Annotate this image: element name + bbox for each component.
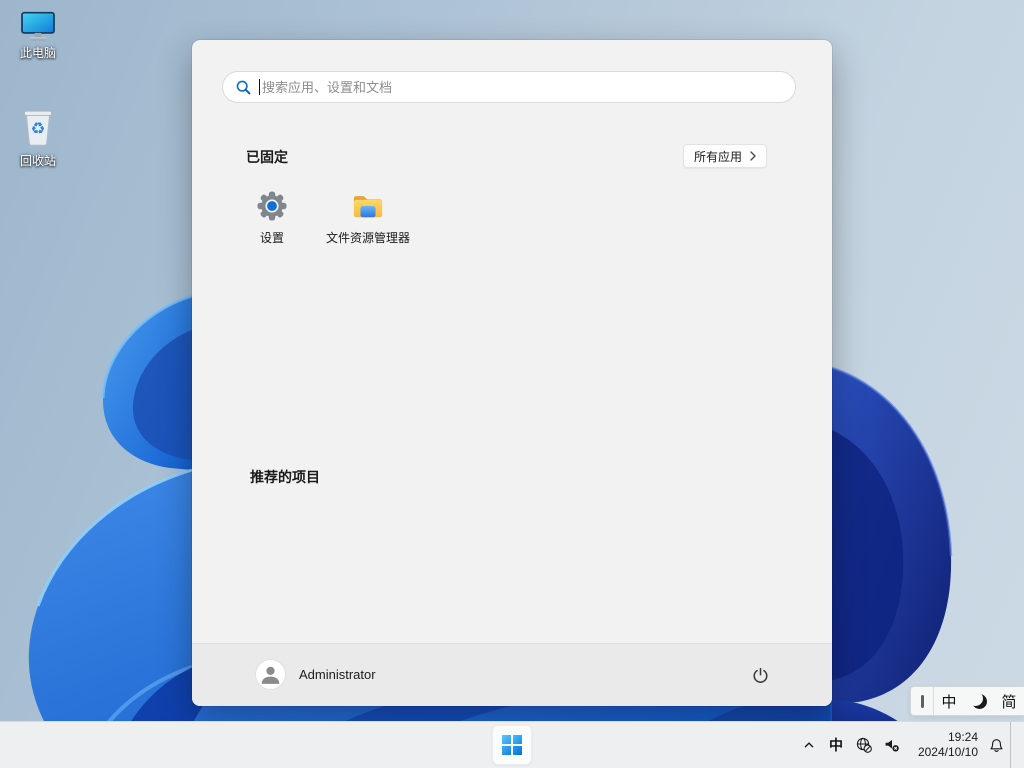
chevron-right-icon xyxy=(750,151,756,161)
taskbar: 中 19:24 2024/10/10 xyxy=(0,721,1024,768)
ime-mode-indicator[interactable]: 中 xyxy=(822,728,850,762)
start-button[interactable] xyxy=(492,725,532,765)
ime-charset-button[interactable]: 简 xyxy=(994,687,1024,715)
bell-icon xyxy=(989,738,1003,752)
pinned-apps-grid: 设置 文件资源管理器 xyxy=(224,188,416,274)
ime-drag-handle[interactable] xyxy=(911,687,934,715)
all-apps-label: 所有应用 xyxy=(693,149,742,164)
show-desktop-button[interactable] xyxy=(1010,722,1020,768)
volume-muted-button[interactable] xyxy=(878,728,906,762)
computer-monitor-icon xyxy=(21,11,55,41)
pinned-app-file-explorer[interactable]: 文件资源管理器 xyxy=(320,188,416,274)
clock-time: 19:24 xyxy=(947,730,978,744)
notifications-button[interactable] xyxy=(982,728,1010,762)
speaker-muted-icon xyxy=(885,739,899,752)
user-name: Administrator xyxy=(299,667,376,682)
search-icon xyxy=(236,80,251,94)
search-input[interactable] xyxy=(260,79,783,95)
ime-language-bar: 中 简 xyxy=(910,686,1024,716)
user-account-button[interactable]: Administrator xyxy=(256,660,376,689)
ime-fullwidth-toggle-button[interactable] xyxy=(964,687,994,715)
power-button[interactable] xyxy=(742,657,778,693)
clock[interactable]: 19:24 2024/10/10 xyxy=(912,730,978,760)
search-box[interactable] xyxy=(222,71,796,103)
desktop-icon-recycle-bin[interactable]: ♻ 回收站 xyxy=(0,104,76,169)
avatar xyxy=(256,660,285,689)
settings-gear-icon xyxy=(257,191,287,221)
person-icon xyxy=(261,666,280,684)
desktop-icon-label: 回收站 xyxy=(19,154,56,168)
recommended-section-title: 推荐的项目 xyxy=(250,469,320,485)
recycle-bin-icon: ♻ xyxy=(23,110,53,146)
windows-logo-icon xyxy=(502,735,522,755)
pinned-app-label: 文件资源管理器 xyxy=(325,231,410,245)
ime-chinese-mode-button[interactable]: 中 xyxy=(934,687,964,715)
start-menu-footer: Administrator xyxy=(192,643,832,706)
start-menu: 已固定 所有应用 设置 xyxy=(192,40,832,706)
pinned-app-settings[interactable]: 设置 xyxy=(224,188,320,274)
hidden-icons-button[interactable] xyxy=(796,728,822,762)
crescent-moon-icon xyxy=(972,694,987,709)
globe-no-internet-icon xyxy=(856,737,872,753)
desktop-icon-this-pc[interactable]: 此电脑 xyxy=(0,10,76,61)
system-tray: 中 19:24 2024/10/10 xyxy=(796,722,1020,768)
desktop-icon-label: 此电脑 xyxy=(19,46,56,60)
pinned-section-title: 已固定 xyxy=(246,149,288,165)
pinned-app-label: 设置 xyxy=(259,231,284,245)
file-explorer-folder-icon xyxy=(353,196,383,218)
all-apps-button[interactable]: 所有应用 xyxy=(682,144,767,168)
power-icon xyxy=(752,667,768,683)
svg-text:♻: ♻ xyxy=(31,119,46,138)
clock-date: 2024/10/10 xyxy=(917,745,978,759)
network-status-button[interactable] xyxy=(850,728,878,762)
desktop-screen: 此电脑 ♻ 回收站 已固定 所有应用 xyxy=(0,0,1024,768)
chevron-up-icon xyxy=(804,742,814,748)
